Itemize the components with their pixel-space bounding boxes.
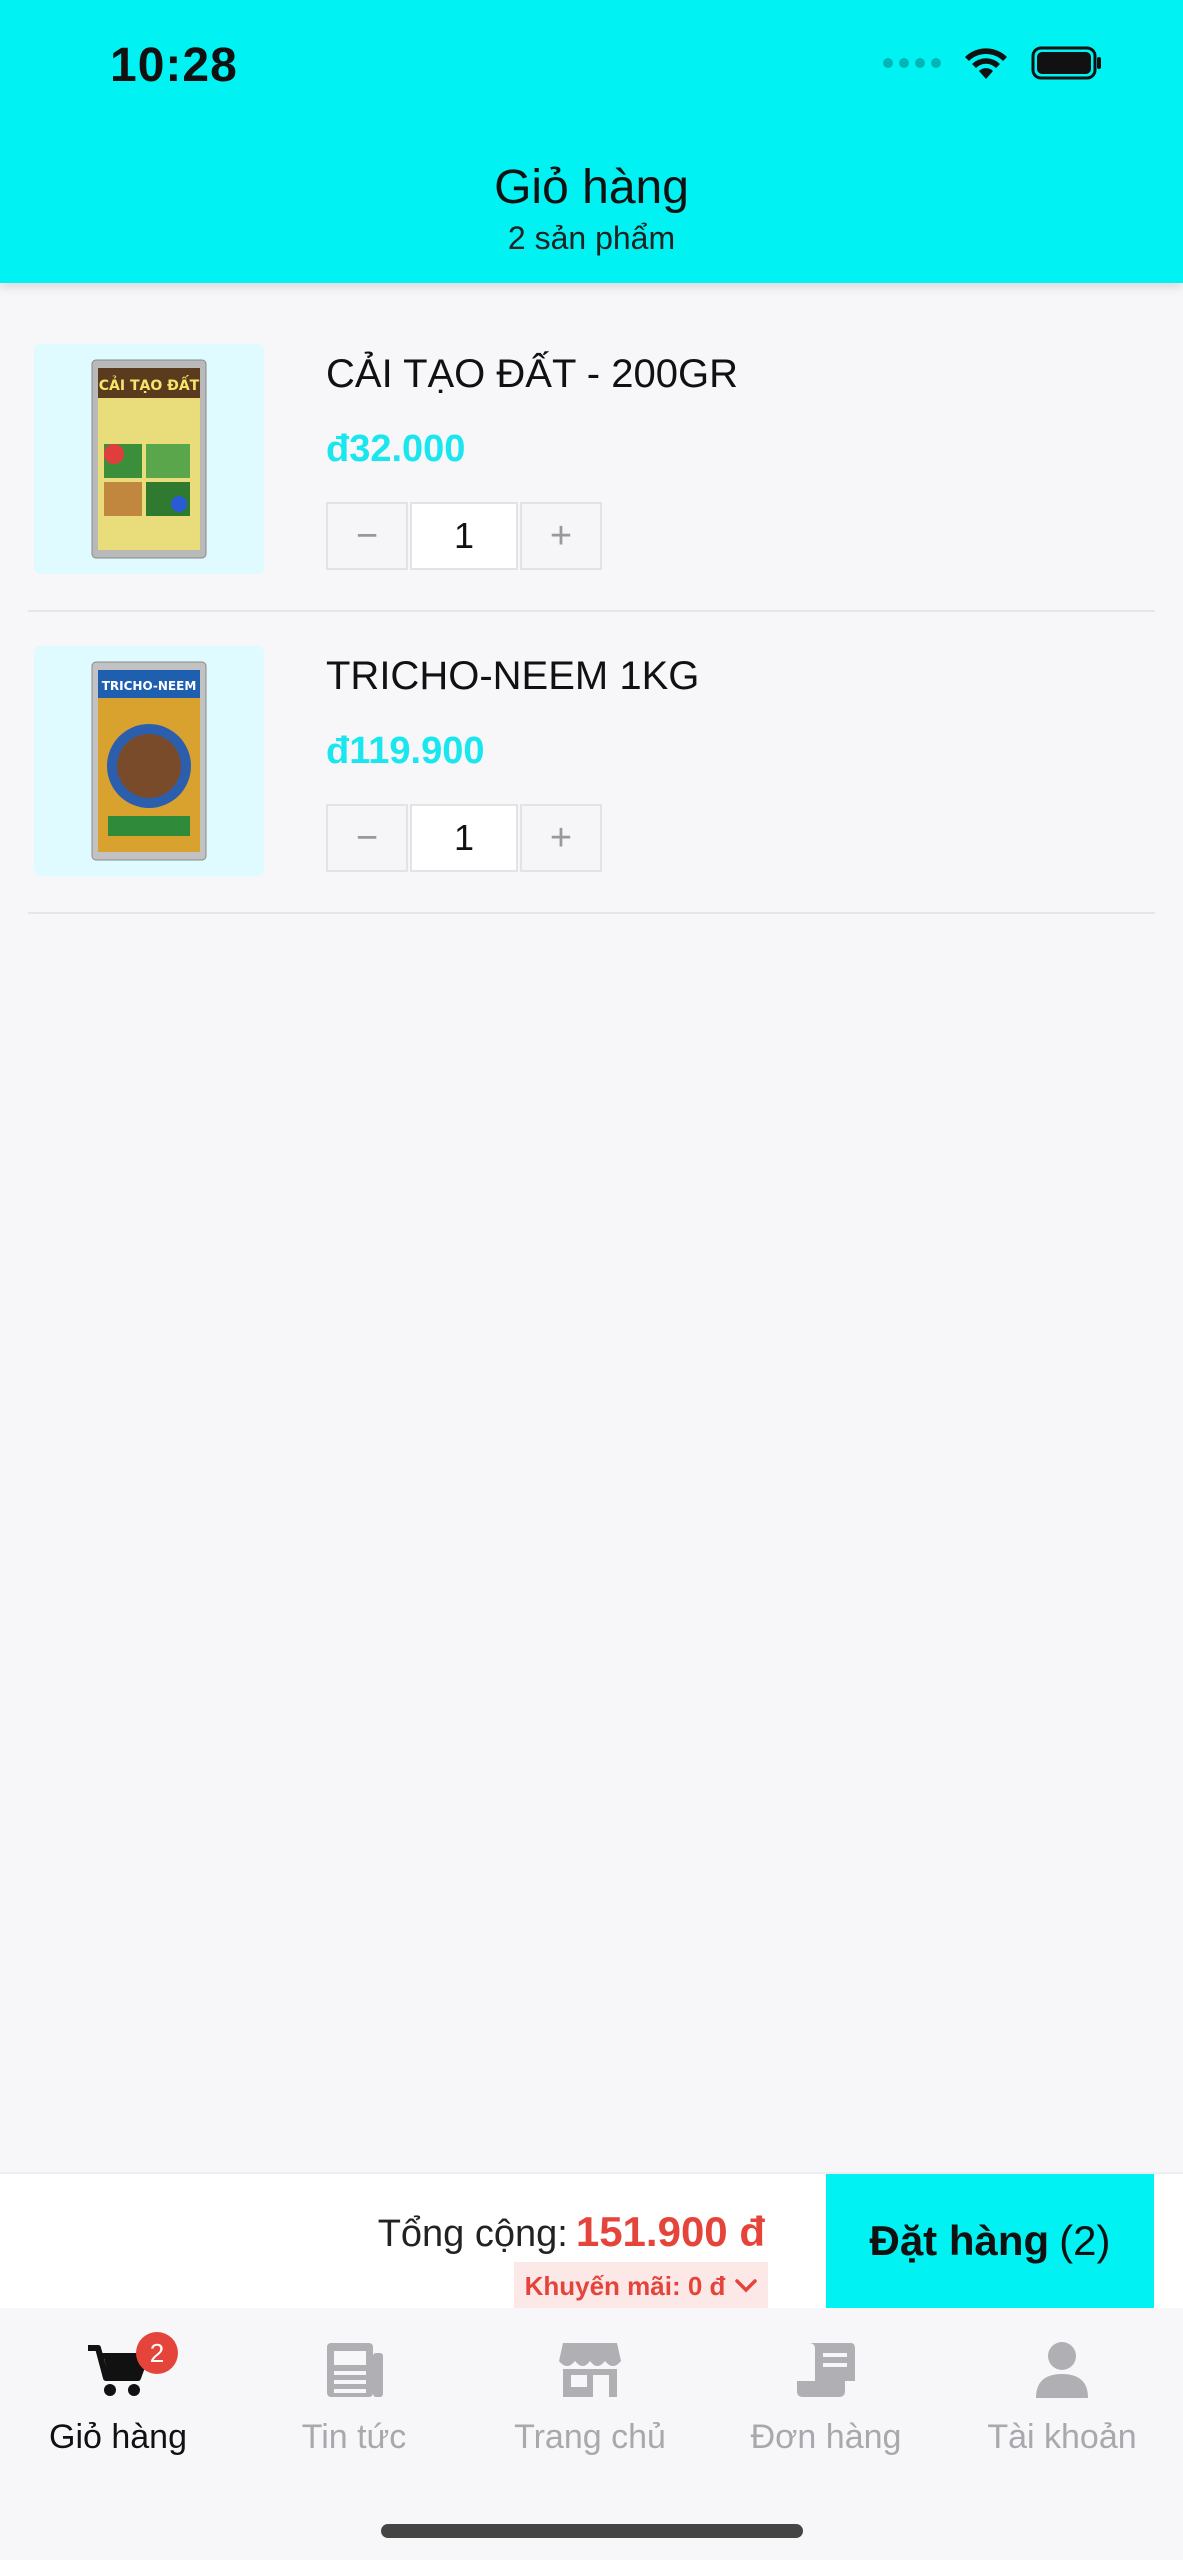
page-title: Giỏ hàng <box>494 161 689 214</box>
newspaper-icon <box>327 2343 383 2397</box>
increase-quantity-button[interactable]: + <box>520 804 602 872</box>
wifi-icon <box>963 45 1009 81</box>
bottom-tab-bar: 2 Giỏ hàng Tin tức Trang chủ Đơn hàng Tà… <box>0 2308 1183 2560</box>
user-icon <box>1036 2342 1088 2398</box>
tab-orders[interactable]: Đơn hàng <box>708 2328 944 2457</box>
home-indicator[interactable] <box>381 2524 803 2538</box>
battery-icon <box>1031 46 1103 80</box>
app-header: 10:28 Giỏ hàng 2 sản phẩm <box>0 0 1183 283</box>
tab-label: Đơn hàng <box>750 2418 902 2456</box>
quantity-stepper: − 1 + <box>326 804 602 872</box>
product-image[interactable]: TRICHO-NEEM <box>34 646 264 876</box>
quantity-value[interactable]: 1 <box>410 804 518 872</box>
product-name[interactable]: CẢI TẠO ĐẤT - 200GR <box>326 352 738 397</box>
place-order-label: Đặt hàng <box>869 2217 1050 2264</box>
total-summary: Tổng cộng: 151.900 đ <box>378 2208 765 2256</box>
increase-quantity-button[interactable]: + <box>520 502 602 570</box>
decrease-quantity-button[interactable]: − <box>326 502 408 570</box>
cart-item: CẢI TẠO ĐẤT CẢI TẠO ĐẤT - 200GR đ32.000 … <box>28 310 1155 612</box>
receipt-icon <box>797 2343 855 2397</box>
quantity-stepper: − 1 + <box>326 502 602 570</box>
tab-label: Trang chủ <box>514 2418 666 2456</box>
status-indicators <box>883 45 1103 81</box>
tab-news[interactable]: Tin tức <box>236 2328 472 2457</box>
tab-cart[interactable]: 2 Giỏ hàng <box>0 2328 236 2457</box>
cart-badge: 2 <box>136 2332 178 2374</box>
product-image[interactable]: CẢI TẠO ĐẤT <box>34 344 264 574</box>
cart-item: TRICHO-NEEM TRICHO-NEEM 1KG đ119.900 − 1… <box>28 612 1155 914</box>
cellular-signal-icon <box>883 58 941 68</box>
item-count-subtitle: 2 sản phẩm <box>507 220 676 256</box>
cart-list: CẢI TẠO ĐẤT CẢI TẠO ĐẤT - 200GR đ32.000 … <box>28 310 1155 914</box>
soil-package-icon: CẢI TẠO ĐẤT <box>91 359 207 559</box>
tab-home[interactable]: Trang chủ <box>472 2328 708 2457</box>
tab-label: Tin tức <box>301 2418 407 2456</box>
status-time: 10:28 <box>110 39 238 92</box>
decrease-quantity-button[interactable]: − <box>326 804 408 872</box>
total-label: Tổng cộng: <box>377 2213 568 2255</box>
total-amount: 151.900 đ <box>575 2208 765 2255</box>
product-price: đ119.900 <box>326 730 485 772</box>
store-icon <box>559 2343 621 2397</box>
svg-text:TRICHO-NEEM: TRICHO-NEEM <box>102 679 197 693</box>
promotion-label: Khuyến mãi: 0 đ <box>524 2270 726 2301</box>
place-order-count: (2) <box>1059 2217 1111 2264</box>
tab-account[interactable]: Tài khoản <box>944 2328 1180 2457</box>
product-price: đ32.000 <box>326 428 466 470</box>
promotion-dropdown[interactable]: Khuyến mãi: 0 đ <box>514 2262 768 2310</box>
chevron-down-icon <box>735 2279 758 2293</box>
tab-label: Giỏ hàng <box>49 2418 187 2456</box>
place-order-button[interactable]: Đặt hàng (2) <box>826 2174 1154 2308</box>
product-name[interactable]: TRICHO-NEEM 1KG <box>326 654 699 699</box>
tab-label: Tài khoản <box>987 2418 1137 2456</box>
quantity-value[interactable]: 1 <box>410 502 518 570</box>
tricho-package-icon: TRICHO-NEEM <box>91 661 207 861</box>
